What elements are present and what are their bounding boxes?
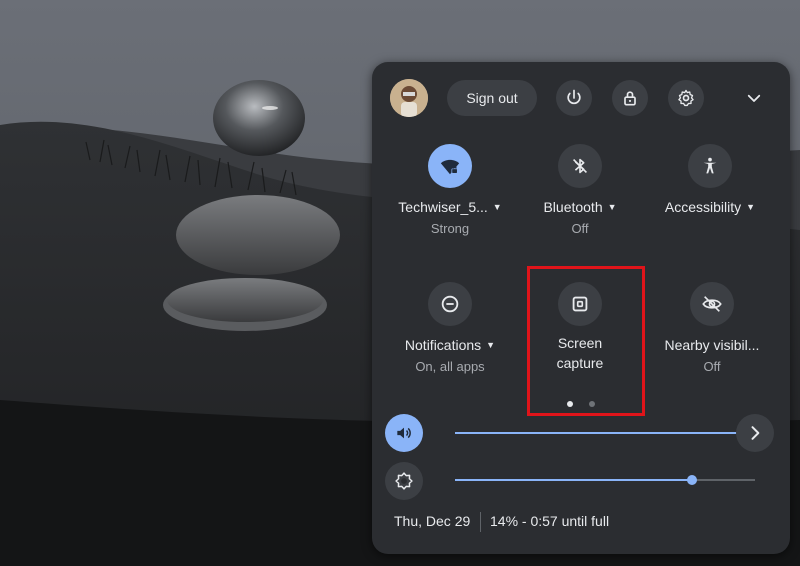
audio-settings-button[interactable] (736, 414, 774, 452)
brightness-slider-fill (455, 479, 692, 481)
caret-down-icon: ▼ (746, 202, 756, 212)
bluetooth-icon (572, 158, 588, 174)
tile-bluetooth[interactable]: Bluetooth ▼ Off (515, 144, 645, 244)
battery-status[interactable]: 14% - 0:57 until full (490, 513, 609, 529)
wifi-network-label[interactable]: Techwiser_5... ▼ (385, 199, 515, 215)
caret-down-icon: ▼ (486, 340, 496, 350)
accessibility-label[interactable]: Accessibility ▼ (645, 199, 775, 215)
bluetooth-toggle[interactable] (558, 144, 602, 188)
caret-down-icon: ▼ (492, 202, 502, 212)
bluetooth-status: Off (571, 221, 589, 236)
accessibility-label-text: Accessibility (664, 199, 742, 215)
page-dot-active[interactable] (567, 401, 573, 407)
power-icon (567, 89, 581, 105)
settings-button[interactable] (668, 80, 704, 116)
gear-icon (678, 89, 694, 107)
nearby-visibility-label: Nearby visibil... (664, 337, 760, 353)
date-label[interactable]: Thu, Dec 29 (394, 513, 470, 529)
bluetooth-label-text: Bluetooth (543, 199, 603, 215)
wifi-network-name: Techwiser_5... (398, 199, 488, 215)
avatar-image (390, 79, 428, 117)
volume-slider[interactable] (455, 426, 755, 440)
wifi-toggle[interactable] (428, 144, 472, 188)
brightness-slider-thumb[interactable] (687, 475, 697, 485)
notifications-toggle[interactable] (428, 282, 472, 326)
collapse-button[interactable] (740, 84, 768, 112)
lock-button[interactable] (612, 80, 648, 116)
brightness-button[interactable] (385, 462, 423, 500)
chevron-right-icon (751, 426, 760, 440)
sign-out-button[interactable]: Sign out (447, 80, 537, 116)
brightness-slider[interactable] (455, 473, 755, 487)
power-button[interactable] (556, 80, 592, 116)
brightness-icon (395, 472, 413, 490)
avatar[interactable] (390, 79, 428, 117)
volume-slider-fill (455, 432, 749, 434)
tile-wifi[interactable]: Techwiser_5... ▼ Strong (385, 144, 515, 244)
tile-notifications[interactable]: Notifications ▼ On, all apps (385, 282, 515, 382)
notifications-label[interactable]: Notifications ▼ (385, 337, 515, 353)
tile-nearby-visibility[interactable]: Nearby visibil... Off (647, 282, 777, 382)
nearby-visibility-toggle[interactable] (690, 282, 734, 326)
wifi-status: Strong (430, 221, 470, 236)
wifi-icon (440, 159, 460, 175)
chevron-down-icon (747, 94, 761, 102)
volume-mute-button[interactable] (385, 414, 423, 452)
volume-icon (397, 427, 411, 439)
caret-down-icon: ▼ (607, 202, 617, 212)
nearby-visibility-status: Off (703, 359, 721, 374)
notifications-icon (441, 295, 459, 313)
notifications-status: On, all apps (415, 359, 485, 374)
tile-accessibility[interactable]: Accessibility ▼ (645, 144, 775, 244)
footer-divider (480, 512, 481, 532)
page-dot[interactable] (589, 401, 595, 407)
nearby-visibility-icon (702, 296, 722, 312)
notifications-label-text: Notifications (404, 337, 482, 353)
accessibility-icon (703, 157, 717, 174)
bluetooth-label[interactable]: Bluetooth ▼ (515, 199, 645, 215)
lock-icon (624, 91, 636, 106)
quick-settings-panel: Sign out Techwiser_5... ▼ Strong Bluetoo… (372, 62, 790, 554)
highlight-annotation (527, 266, 645, 416)
accessibility-toggle[interactable] (688, 144, 732, 188)
